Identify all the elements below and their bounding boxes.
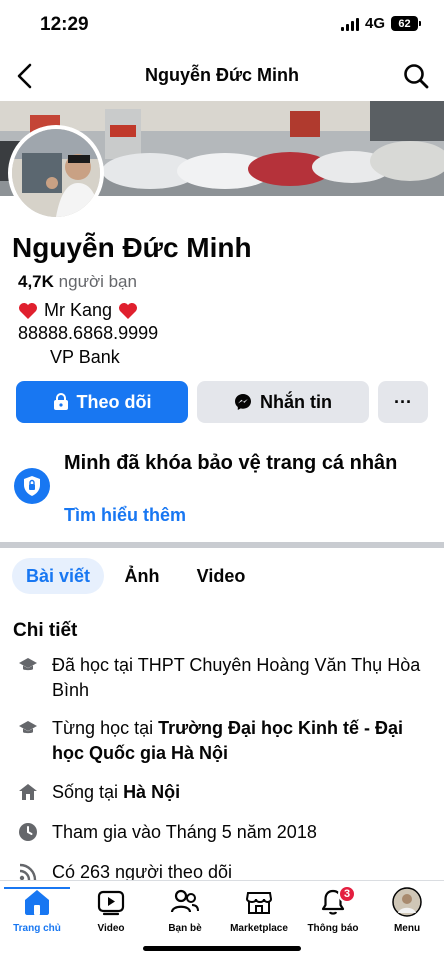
red-heart-icon (119, 302, 138, 319)
message-button[interactable]: Nhắn tin (197, 381, 369, 423)
nav-label: Bạn bè (168, 923, 202, 934)
nav-marketplace[interactable]: Marketplace (222, 887, 296, 934)
shield-lock-icon (14, 468, 50, 504)
bio-line-1: Mr Kang (18, 300, 138, 321)
bio-line-3: VP Bank (50, 347, 120, 367)
home-icon (19, 784, 37, 800)
learn-more-link[interactable]: Tìm hiểu thêm (64, 505, 186, 526)
detail-item-school: Đã học tại THPT Chuyên Hoàng Văn Thụ Hòa… (18, 653, 428, 703)
nav-notifications[interactable]: 3 Thông báo (296, 885, 370, 934)
friends-count[interactable]: 4,7K người bạn (18, 272, 137, 292)
more-options-button[interactable]: ··· (378, 381, 428, 423)
detail-text: Tham gia vào Tháng 5 năm 2018 (52, 822, 317, 842)
home-icon (25, 890, 49, 915)
follow-button-label: Theo dõi (76, 391, 152, 412)
notification-badge: 3 (338, 885, 356, 903)
top-bar: Nguyễn Đức Minh (0, 52, 444, 100)
detail-text: Sống tại Hà Nội (52, 782, 181, 802)
nav-friends[interactable]: Bạn bè (148, 887, 222, 934)
tab-posts[interactable]: Bài viết (12, 558, 104, 594)
video-play-icon (97, 890, 125, 916)
detail-item-lives-in: Sống tại Hà Nội (18, 780, 428, 805)
nav-label: Thông báo (307, 923, 359, 934)
status-bar: 12:29 4G 62 (0, 0, 444, 50)
detail-link[interactable]: Hà Nội (123, 782, 180, 802)
nav-label: Menu (393, 923, 421, 934)
more-options-label: ··· (394, 391, 412, 412)
details-title: Chi tiết (13, 620, 78, 641)
detail-item-university: Từng học tại Trường Đại học Kinh tế - Đạ… (18, 716, 428, 766)
nav-label: Trang chủ (13, 923, 61, 934)
search-icon[interactable] (402, 62, 430, 90)
graduation-cap-icon (19, 721, 37, 734)
section-divider (0, 542, 444, 548)
menu-avatar-icon (392, 887, 422, 917)
profile-avatar[interactable] (8, 125, 104, 221)
nav-menu[interactable]: Menu (370, 887, 444, 934)
home-indicator (143, 946, 301, 951)
messenger-icon (235, 394, 251, 410)
battery-icon: 62 (391, 16, 421, 31)
message-button-label: Nhắn tin (260, 391, 332, 412)
network-type: 4G (364, 15, 385, 32)
nav-label: Video (97, 923, 125, 934)
page-title: Nguyễn Đức Minh (144, 65, 300, 85)
shop-icon (245, 892, 273, 914)
rss-feed-icon (19, 863, 37, 881)
tab-photos[interactable]: Ảnh (110, 558, 174, 594)
detail-text: Từng học tại Trường Đại học Kinh tế - Đạ… (52, 718, 403, 763)
bio-line-2: 88888.6868.9999 (18, 323, 159, 343)
friends-count-label: người bạn (58, 272, 137, 291)
friends-count-value: 4,7K (18, 272, 54, 291)
lock-icon (53, 393, 68, 410)
signal-icon (340, 17, 359, 31)
status-indicators: 4G 62 (340, 15, 421, 32)
bio-line-1-text: Mr Kang (44, 300, 113, 320)
detail-text: Đã học tại THPT Chuyên Hoàng Văn Thụ Hòa… (52, 655, 421, 700)
locked-profile-notice: Minh đã khóa bảo vệ trang cá nhân (64, 452, 398, 474)
graduation-cap-icon (19, 658, 37, 671)
profile-name: Nguyễn Đức Minh (12, 232, 252, 263)
clock-icon (19, 823, 37, 841)
follow-button[interactable]: Theo dõi (16, 381, 188, 423)
nav-label: Marketplace (230, 923, 288, 934)
nav-home[interactable]: Trang chủ (0, 887, 74, 934)
status-time: 12:29 (40, 14, 89, 35)
red-heart-icon (19, 302, 37, 319)
avatar-image (12, 129, 100, 217)
friends-icon (170, 889, 199, 913)
nav-video[interactable]: Video (74, 887, 148, 934)
detail-item-joined: Tham gia vào Tháng 5 năm 2018 (18, 820, 428, 845)
tab-video[interactable]: Video (180, 558, 262, 594)
